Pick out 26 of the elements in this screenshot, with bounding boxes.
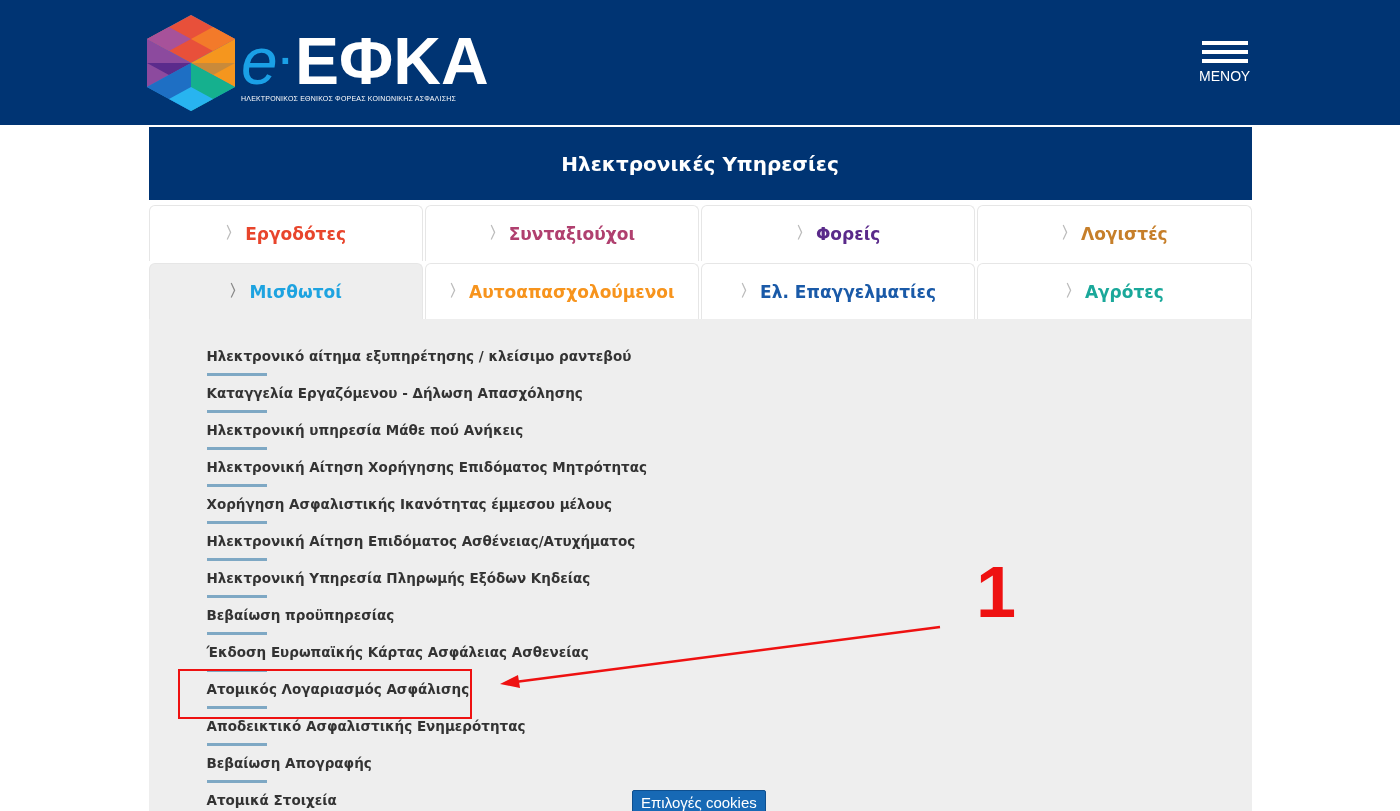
- service-link[interactable]: Έκδοση Ευρωπαϊκής Κάρτας Ασφάλειας Ασθενείας: [206, 643, 589, 661]
- service-link[interactable]: Αποδεικτικό Ασφαλιστικής Ενημερότητας: [206, 717, 526, 735]
- cookies-button[interactable]: Επιλογές cookies: [632, 790, 766, 811]
- logo-prefix: e: [241, 31, 278, 91]
- service-link[interactable]: Καταγγελία Εργαζόμενου - Δήλωση Απασχόλησης: [206, 384, 583, 402]
- category-tab[interactable]: 〉 Συνταξιούχοι: [424, 205, 699, 261]
- logo-icon: [147, 14, 235, 111]
- service-link[interactable]: Ατομικά Στοιχεία: [206, 791, 337, 809]
- page-title: Ηλεκτρονικές Υπηρεσίες: [148, 127, 1252, 200]
- service-link[interactable]: Ατομικός Λογαριασμός Ασφάλισης: [206, 680, 470, 698]
- service-link[interactable]: Ηλεκτρονική Υπηρεσία Πληρωμής Εξόδων Κηδείας: [206, 569, 591, 587]
- service-link[interactable]: Ηλεκτρονική υπηρεσία Μάθε πού Ανήκεις: [206, 421, 524, 439]
- category-tab[interactable]: 〉 Ελ. Επαγγελματίες: [701, 263, 976, 319]
- category-tab[interactable]: 〉 Εργοδότες: [148, 205, 423, 261]
- logo-dot: ·: [279, 38, 294, 85]
- annotation-number: 1: [976, 556, 1017, 628]
- category-tab[interactable]: 〉 Φορείς: [701, 205, 976, 261]
- service-link[interactable]: Βεβαίωση Απογραφής: [206, 754, 372, 772]
- service-link[interactable]: Βεβαίωση προϋπηρεσίας: [206, 606, 395, 624]
- service-link[interactable]: Χορήγηση Ασφαλιστικής Ικανότητας έμμεσου μέλους: [206, 495, 613, 513]
- service-link[interactable]: Ηλεκτρονική Αίτηση Χορήγησης Επιδόματος Μητρότητας: [206, 458, 647, 476]
- menu-icon: [1201, 41, 1248, 63]
- service-link[interactable]: Ηλεκτρονική Αίτηση Επιδόματος Ασθένειας/Ατυχήματος: [206, 532, 636, 550]
- logo-name: ΕΦΚΑ: [295, 31, 489, 91]
- service-link[interactable]: Ηλεκτρονικό αίτημα εξυπηρέτησης / κλείσιμο ραντεβού: [206, 347, 632, 365]
- menu-button[interactable]: ΜΕΝΟΥ: [1199, 41, 1250, 84]
